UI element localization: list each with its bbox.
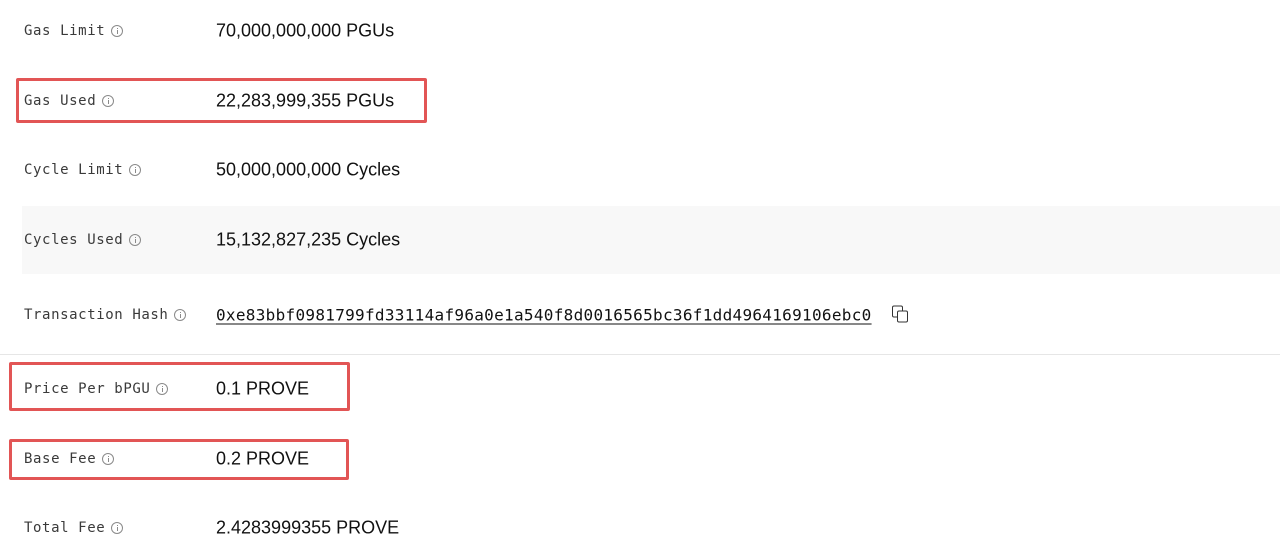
info-icon[interactable] (102, 95, 115, 107)
row-base-fee: Base Fee 0.2 PROVE (0, 429, 1280, 489)
row-gas-limit: Gas Limit 70,000,000,000 PGUs (0, 1, 1280, 61)
value-cycle-limit: 50,000,000,000 Cycles (216, 159, 401, 180)
divider (0, 354, 1280, 355)
info-icon[interactable] (174, 309, 187, 321)
info-icon[interactable] (129, 164, 142, 176)
row-cycle-limit: Cycle Limit 50,000,000,000 Cycles (0, 140, 1280, 200)
row-gas-used: Gas Used 22,283,999,355 PGUs (0, 71, 1280, 131)
value-base-fee: 0.2 PROVE (216, 448, 310, 469)
value-cycles-used: 15,132,827,235 Cycles (216, 229, 401, 250)
info-icon[interactable] (102, 453, 115, 465)
info-icon[interactable] (111, 25, 124, 37)
row-total-fee: Total Fee 2.4283999355 PROVE (0, 498, 1280, 558)
value-gas-used: 22,283,999,355 PGUs (216, 90, 395, 111)
transaction-hash-link[interactable]: 0xe83bbf0981799fd33114af96a0e1a540f8d001… (216, 306, 872, 325)
value-gas-limit: 70,000,000,000 PGUs (216, 20, 395, 41)
value-price-per-bpgu: 0.1 PROVE (216, 378, 310, 399)
label-gas-limit: Gas Limit (24, 23, 106, 39)
info-icon[interactable] (111, 522, 124, 534)
info-icon[interactable] (129, 234, 142, 246)
label-transaction-hash: Transaction Hash (24, 307, 169, 323)
label-price-per-bpgu: Price Per bPGU (24, 381, 151, 397)
row-price-per-bpgu: Price Per bPGU 0.1 PROVE (0, 359, 1280, 419)
label-total-fee: Total Fee (24, 520, 106, 536)
row-cycles-used: Cycles Used 15,132,827,235 Cycles (22, 206, 1280, 274)
label-cycles-used: Cycles Used (24, 232, 124, 248)
value-total-fee: 2.4283999355 PROVE (216, 517, 400, 538)
copy-icon[interactable] (891, 305, 909, 323)
row-transaction-hash: Transaction Hash 0xe83bbf0981799fd33114a… (0, 285, 1280, 345)
label-cycle-limit: Cycle Limit (24, 162, 124, 178)
label-gas-used: Gas Used (24, 93, 97, 109)
label-base-fee: Base Fee (24, 451, 97, 467)
info-icon[interactable] (156, 383, 169, 395)
